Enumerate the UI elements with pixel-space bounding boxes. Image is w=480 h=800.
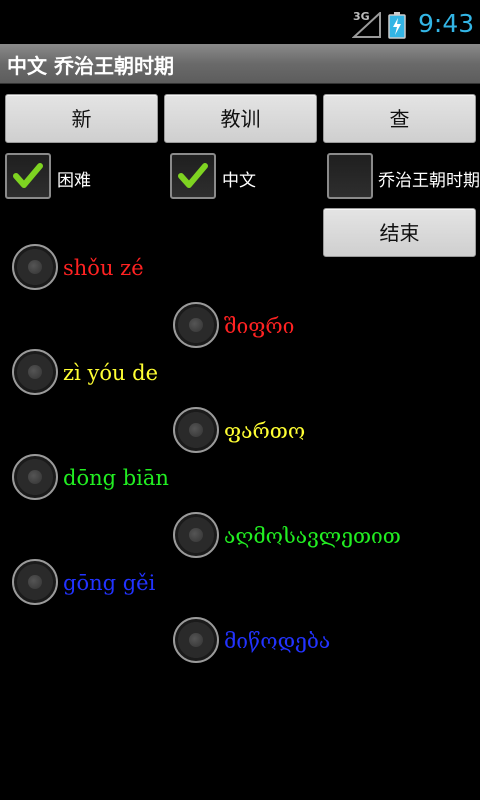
new-button[interactable]: 新 <box>5 94 158 143</box>
option-radio-left-1[interactable] <box>12 244 58 290</box>
end-button[interactable]: 结束 <box>323 208 476 257</box>
difficult-checkbox[interactable] <box>5 153 51 199</box>
option-label-right-4: მიწოდება <box>224 629 331 653</box>
option-radio-left-4[interactable] <box>12 559 58 605</box>
option-radio-right-2[interactable] <box>173 407 219 453</box>
difficult-checkbox-label: 困难 <box>57 171 91 191</box>
option-label-left-3: dōng biān <box>63 466 169 490</box>
option-radio-left-3[interactable] <box>12 454 58 500</box>
chinese-checkbox-label: 中文 <box>222 171 256 191</box>
option-radio-right-1[interactable] <box>173 302 219 348</box>
lookup-button[interactable]: 查 <box>323 94 476 143</box>
option-label-right-2: ფართო <box>224 419 306 443</box>
option-label-right-1: შიფრი <box>224 314 295 338</box>
option-label-left-2: zì yóu de <box>63 361 159 385</box>
status-bar: 3G 9:43 <box>0 0 480 44</box>
option-label-left-1: shǒu zé <box>63 256 144 280</box>
battery-charging-icon <box>388 12 406 39</box>
chinese-checkbox[interactable] <box>170 153 216 199</box>
option-label-left-4: gōng gěi <box>63 571 156 595</box>
option-radio-left-2[interactable] <box>12 349 58 395</box>
app-title: 中文 乔治王朝时期 <box>7 54 174 78</box>
georgian-checkbox-label: 乔治王朝时期 <box>378 171 480 191</box>
title-bar: 中文 乔治王朝时期 <box>0 44 480 84</box>
georgian-checkbox[interactable] <box>327 153 373 199</box>
checkmark-icon <box>13 163 43 188</box>
signal-icon <box>352 12 381 38</box>
checkmark-icon <box>178 163 208 188</box>
option-radio-right-3[interactable] <box>173 512 219 558</box>
clock: 9:43 <box>418 9 475 38</box>
option-radio-right-4[interactable] <box>173 617 219 663</box>
option-label-right-3: აღმოსავლეთით <box>224 524 401 548</box>
lesson-button[interactable]: 教训 <box>164 94 317 143</box>
